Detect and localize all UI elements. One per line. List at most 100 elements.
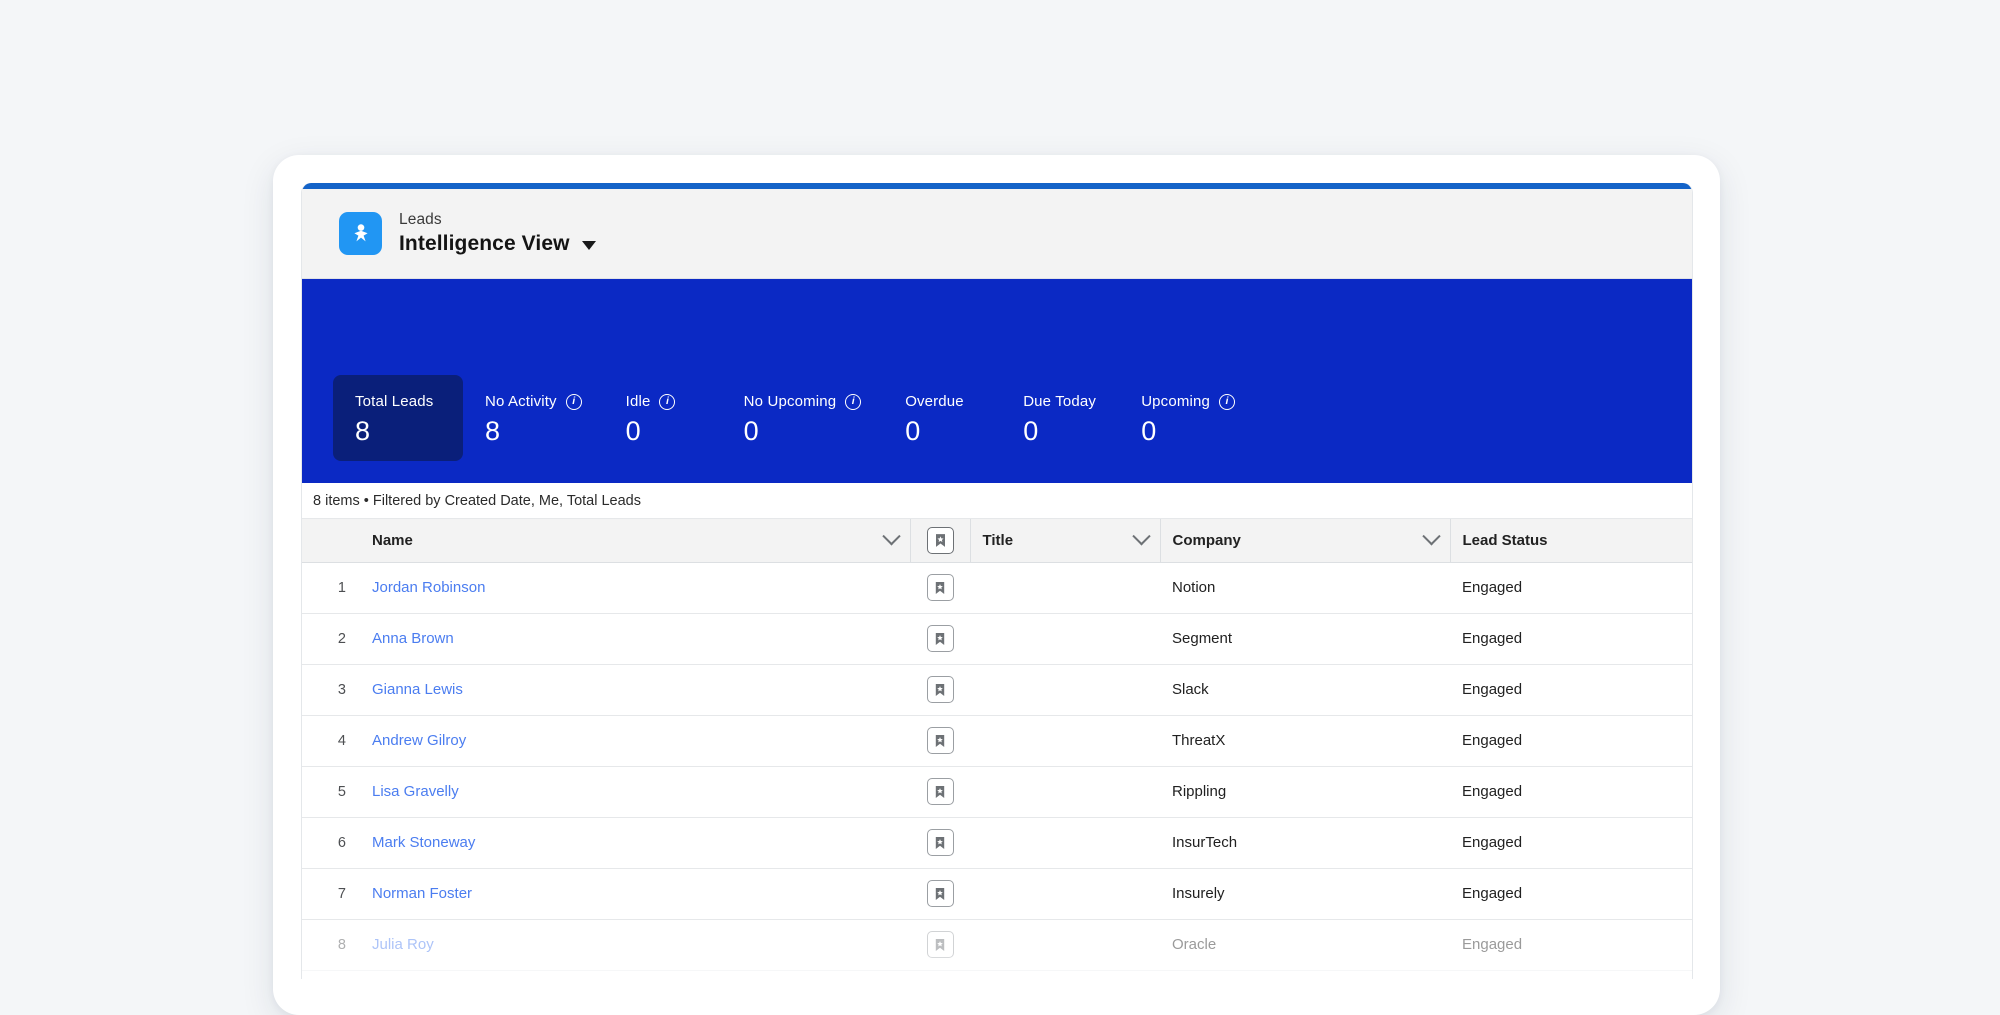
kpi-row: Total Leads 8 No Activity i 8 Idle i 0 N…	[333, 375, 1257, 461]
bookmark-icon[interactable]	[926, 778, 954, 805]
cell-title	[970, 868, 1160, 920]
cell-title	[970, 613, 1160, 665]
cell-bookmark[interactable]	[910, 715, 970, 767]
cell-bookmark[interactable]	[910, 919, 970, 971]
cell-bookmark[interactable]	[910, 562, 970, 614]
kpi-total-leads[interactable]: Total Leads 8	[333, 375, 463, 461]
lead-name-link[interactable]: Andrew Gilroy	[372, 732, 466, 749]
cell-name[interactable]: Andrew Gilroy	[360, 715, 910, 767]
leads-intelligence-panel: Leads Intelligence View Total Leads 8 No…	[301, 183, 1693, 979]
cell-company: Rippling	[1160, 766, 1450, 818]
cell-name[interactable]: Lisa Gravelly	[360, 766, 910, 818]
bookmark-icon[interactable]	[926, 574, 954, 601]
cell-bookmark[interactable]	[910, 664, 970, 716]
cell-lead-status: Engaged	[1450, 715, 1692, 767]
row-index: 8	[302, 919, 360, 971]
row-index: 3	[302, 664, 360, 716]
kpi-no-activity[interactable]: No Activity i 8	[463, 375, 604, 461]
kpi-band: Total Leads 8 No Activity i 8 Idle i 0 N…	[302, 279, 1692, 483]
bookmark-icon	[926, 526, 954, 554]
kpi-value: 8	[355, 416, 371, 446]
chevron-down-icon[interactable]	[1421, 526, 1441, 546]
kpi-value: 0	[1141, 416, 1157, 446]
kpi-label: Total Leads	[355, 393, 434, 410]
info-icon[interactable]: i	[1218, 393, 1235, 410]
kpi-idle[interactable]: Idle i 0	[604, 375, 722, 461]
table-header-row: Name Title Company Lead Status	[302, 519, 1692, 563]
column-header-bookmark[interactable]	[910, 519, 971, 563]
cell-title	[970, 715, 1160, 767]
cell-name[interactable]: Jordan Robinson	[360, 562, 910, 614]
column-header-index	[302, 519, 360, 563]
bookmark-icon[interactable]	[926, 880, 954, 907]
row-index: 6	[302, 817, 360, 869]
cell-company: Segment	[1160, 613, 1450, 665]
lead-name-link[interactable]: Gianna Lewis	[372, 681, 463, 698]
cell-name[interactable]: Mark Stoneway	[360, 817, 910, 869]
kpi-label: Idle	[625, 393, 651, 410]
cell-bookmark[interactable]	[910, 766, 970, 818]
lead-name-link[interactable]: Anna Brown	[372, 630, 454, 647]
row-index: 4	[302, 715, 360, 767]
table-row[interactable]: 1 Jordan Robinson Notion Engaged	[302, 562, 1692, 614]
cell-name[interactable]: Gianna Lewis	[360, 664, 910, 716]
lead-name-link[interactable]: Jordan Robinson	[372, 579, 485, 596]
bookmark-icon[interactable]	[926, 676, 954, 703]
kpi-value: 0	[743, 416, 759, 446]
cell-lead-status: Engaged	[1450, 817, 1692, 869]
chevron-down-icon[interactable]	[581, 241, 596, 251]
kpi-no-upcoming[interactable]: No Upcoming i 0	[722, 375, 884, 461]
list-info-bar: 8 items • Filtered by Created Date, Me, …	[302, 483, 1692, 519]
cell-title	[970, 919, 1160, 971]
column-header-title[interactable]: Title	[970, 519, 1161, 563]
cell-bookmark[interactable]	[910, 868, 970, 920]
info-icon[interactable]: i	[659, 393, 676, 410]
leads-table: Name Title Company Lead Status 1 Jordan …	[302, 519, 1692, 971]
cell-bookmark[interactable]	[910, 817, 970, 869]
cell-title	[970, 817, 1160, 869]
info-icon[interactable]: i	[845, 393, 862, 410]
lead-name-link[interactable]: Julia Roy	[372, 936, 434, 953]
cell-name[interactable]: Norman Foster	[360, 868, 910, 920]
cell-bookmark[interactable]	[910, 613, 970, 665]
bookmark-icon[interactable]	[926, 625, 954, 652]
column-header-company[interactable]: Company	[1160, 519, 1451, 563]
column-label: Lead Status	[1462, 531, 1548, 549]
chevron-down-icon[interactable]	[1131, 526, 1151, 546]
table-row[interactable]: 7 Norman Foster Insurely Engaged	[302, 868, 1692, 920]
bookmark-icon[interactable]	[926, 829, 954, 856]
table-row[interactable]: 2 Anna Brown Segment Engaged	[302, 613, 1692, 665]
column-header-lead-status[interactable]: Lead Status	[1450, 519, 1692, 563]
table-row[interactable]: 8 Julia Roy Oracle Engaged	[302, 919, 1692, 971]
cell-lead-status: Engaged	[1450, 613, 1692, 665]
chevron-down-icon[interactable]	[881, 526, 901, 546]
table-row[interactable]: 3 Gianna Lewis Slack Engaged	[302, 664, 1692, 716]
leads-person-icon	[339, 212, 382, 255]
cell-name[interactable]: Anna Brown	[360, 613, 910, 665]
table-row[interactable]: 5 Lisa Gravelly Rippling Engaged	[302, 766, 1692, 818]
cell-lead-status: Engaged	[1450, 562, 1692, 614]
kpi-label: Upcoming	[1141, 393, 1210, 410]
panel-header: Leads Intelligence View	[302, 189, 1692, 279]
cell-name[interactable]: Julia Roy	[360, 919, 910, 971]
column-header-name[interactable]: Name	[360, 519, 911, 563]
kpi-due-today[interactable]: Due Today 0	[1001, 375, 1119, 461]
kpi-value: 0	[1023, 416, 1039, 446]
breadcrumb-object-label: Leads	[399, 210, 442, 228]
list-info-text: 8 items • Filtered by Created Date, Me, …	[313, 492, 641, 509]
kpi-overdue[interactable]: Overdue 0	[883, 375, 1001, 461]
table-body: 1 Jordan Robinson Notion Engaged 2 Anna …	[302, 562, 1692, 971]
lead-name-link[interactable]: Mark Stoneway	[372, 834, 475, 851]
cell-lead-status: Engaged	[1450, 664, 1692, 716]
cell-company: Oracle	[1160, 919, 1450, 971]
table-row[interactable]: 6 Mark Stoneway InsurTech Engaged	[302, 817, 1692, 869]
lead-name-link[interactable]: Lisa Gravelly	[372, 783, 459, 800]
column-label: Name	[372, 531, 413, 549]
bookmark-icon[interactable]	[926, 931, 954, 958]
lead-name-link[interactable]: Norman Foster	[372, 885, 472, 902]
info-icon[interactable]: i	[565, 393, 582, 410]
bookmark-icon[interactable]	[926, 727, 954, 754]
cell-lead-status: Engaged	[1450, 868, 1692, 920]
kpi-upcoming[interactable]: Upcoming i 0	[1119, 375, 1257, 461]
table-row[interactable]: 4 Andrew Gilroy ThreatX Engaged	[302, 715, 1692, 767]
